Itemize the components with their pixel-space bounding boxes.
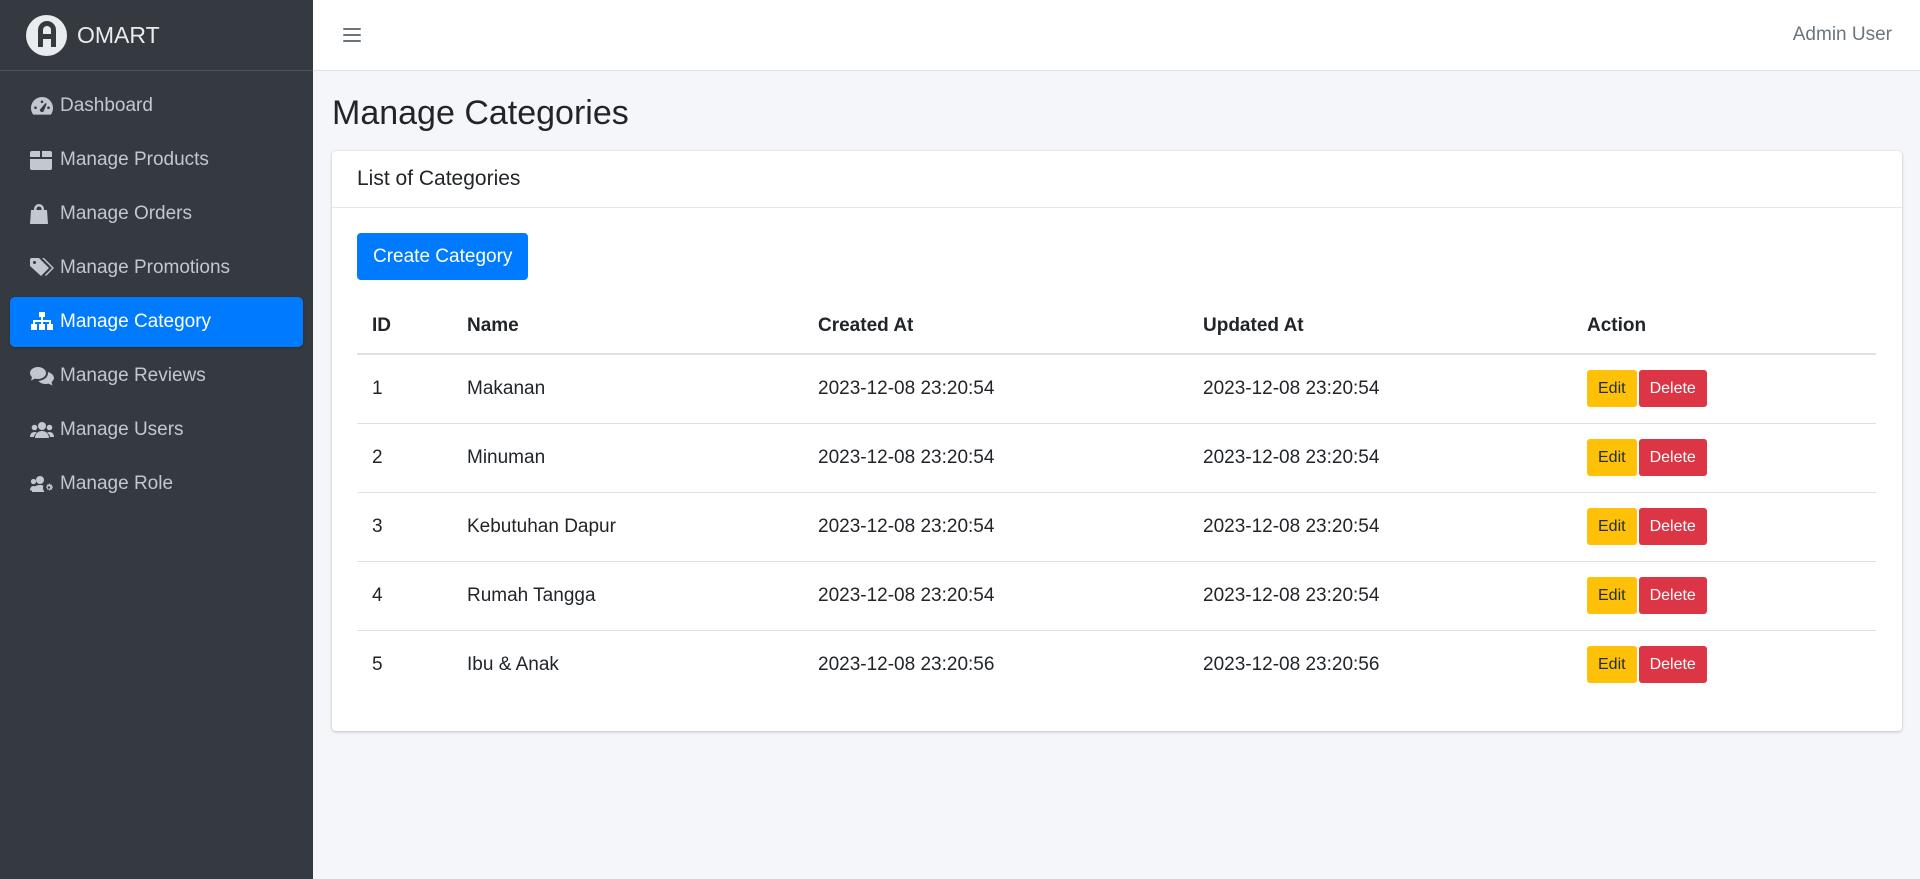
cell-created-at: 2023-12-08 23:20:54 — [803, 423, 1188, 493]
sidebar-item-products[interactable]: Manage Products — [10, 135, 303, 185]
cell-updated-at: 2023-12-08 23:20:54 — [1188, 561, 1572, 631]
create-category-button[interactable]: Create Category — [357, 233, 529, 280]
user-menu[interactable]: Admin User — [1793, 24, 1892, 46]
sitemap-icon — [30, 311, 56, 333]
cell-name: Minuman — [452, 423, 803, 493]
edit-button[interactable]: Edit — [1587, 439, 1637, 476]
cell-updated-at: 2023-12-08 23:20:56 — [1203, 653, 1380, 675]
edit-button[interactable]: Edit — [1587, 577, 1637, 614]
cell-updated-at: 2023-12-08 23:20:54 — [1188, 492, 1572, 562]
cell-action: Edit Delete — [1572, 354, 1876, 424]
cell-updated-at: 2023-12-08 23:20:54 — [1188, 423, 1572, 493]
sidebar-item-promotions[interactable]: Manage Promotions — [10, 243, 303, 293]
cell-id: 1 — [357, 354, 452, 424]
edit-button[interactable]: Edit — [1587, 370, 1637, 408]
column-header-id: ID — [357, 298, 452, 355]
card-body: Create Category ID Name Created At Updat… — [332, 208, 1902, 731]
cell-created-at: 2023-12-08 23:20:54 — [803, 492, 1188, 562]
delete-button[interactable]: Delete — [1638, 370, 1707, 408]
cell-action: Edit Delete — [1572, 630, 1876, 699]
sidebar-item-dashboard[interactable]: Dashboard — [10, 81, 303, 131]
sidebar-item-reviews[interactable]: Manage Reviews — [10, 351, 303, 401]
cell-action: Edit Delete — [1572, 492, 1876, 562]
cell-created-at: 2023-12-08 23:20:56 — [818, 653, 995, 675]
sidebar-item-label: Manage Promotions — [60, 257, 231, 278]
table-row: 4 Rumah Tangga 2023-12-08 23:20:54 2023-… — [357, 561, 1876, 631]
table-row: 1 Makanan 2023-12-08 23:20:54 2023-12-08… — [357, 354, 1876, 424]
cell-name: Ibu & Anak — [467, 653, 559, 675]
main-content: Manage Categories List of Categories Cre… — [313, 71, 1920, 731]
cell-name: Kebutuhan Dapur — [452, 492, 803, 562]
table-row: 5 Ibu & Anak 2023-12-08 23:20:56 2023-12… — [357, 630, 1876, 699]
column-header-action: Action — [1572, 298, 1876, 355]
table-row: 2 Minuman 2023-12-08 23:20:54 2023-12-08… — [357, 423, 1876, 493]
users-cog-icon — [30, 473, 56, 495]
sidebar-item-label: Manage Category — [60, 311, 212, 332]
sidebar-item-category[interactable]: Manage Category — [10, 297, 303, 347]
cell-id: 3 — [357, 492, 452, 562]
sidebar-item-label: Manage Reviews — [60, 365, 206, 386]
edit-button[interactable]: Edit — [1587, 646, 1637, 684]
sidebar-item-label: Manage Products — [60, 149, 209, 170]
column-header-created-at: Created At — [803, 298, 1188, 355]
delete-button[interactable]: Delete — [1638, 508, 1707, 545]
table-row: 3 Kebutuhan Dapur 2023-12-08 23:20:54 20… — [357, 492, 1876, 562]
page-title: Manage Categories — [332, 94, 629, 132]
cell-action: Edit Delete — [1572, 561, 1876, 631]
column-header-name: Name — [452, 298, 803, 355]
sidebar-item-label: Dashboard — [60, 95, 153, 116]
sidebar-item-users[interactable]: Manage Users — [10, 405, 303, 455]
cell-name: Rumah Tangga — [452, 561, 803, 631]
sidebar-item-label: Manage Role — [60, 473, 174, 494]
table-header-row: ID Name Created At Updated At Action — [357, 298, 1876, 355]
column-header-updated-at: Updated At — [1188, 298, 1572, 355]
brand[interactable]: OMART — [0, 0, 313, 71]
categories-table: ID Name Created At Updated At Action 1 M… — [357, 298, 1876, 699]
cell-id: 5 — [372, 653, 383, 675]
tachometer-icon — [30, 95, 56, 117]
sidebar-item-role[interactable]: Manage Role — [10, 459, 303, 509]
cell-id: 2 — [357, 423, 452, 493]
sidebar: OMART Dashboard Manage Products Manage O… — [0, 0, 313, 879]
comments-icon — [30, 365, 56, 387]
sidebar-nav: Dashboard Manage Products Manage Orders … — [0, 71, 313, 509]
brand-logo — [26, 14, 67, 56]
delete-button[interactable]: Delete — [1638, 439, 1707, 476]
categories-card: List of Categories Create Category ID Na… — [332, 151, 1902, 731]
cell-created-at: 2023-12-08 23:20:54 — [803, 561, 1188, 631]
brand-name: OMART — [77, 21, 160, 48]
tags-icon — [30, 257, 56, 279]
users-icon — [30, 419, 56, 441]
sidebar-item-orders[interactable]: Manage Orders — [10, 189, 303, 239]
menu-toggle-icon[interactable] — [341, 25, 363, 45]
delete-button[interactable]: Delete — [1638, 577, 1707, 614]
top-navbar: Admin User — [313, 0, 1920, 71]
cell-updated-at: 2023-12-08 23:20:54 — [1188, 354, 1572, 424]
cell-name: Makanan — [452, 354, 803, 424]
shopping-bag-icon — [30, 203, 56, 225]
card-title: List of Categories — [332, 151, 1902, 208]
cell-action: Edit Delete — [1572, 423, 1876, 493]
delete-button[interactable]: Delete — [1638, 646, 1707, 684]
cell-created-at: 2023-12-08 23:20:54 — [803, 354, 1188, 424]
sidebar-item-label: Manage Orders — [60, 203, 193, 224]
box-icon — [30, 149, 56, 171]
edit-button[interactable]: Edit — [1587, 508, 1637, 545]
sidebar-item-label: Manage Users — [60, 419, 184, 440]
cell-id: 4 — [357, 561, 452, 631]
